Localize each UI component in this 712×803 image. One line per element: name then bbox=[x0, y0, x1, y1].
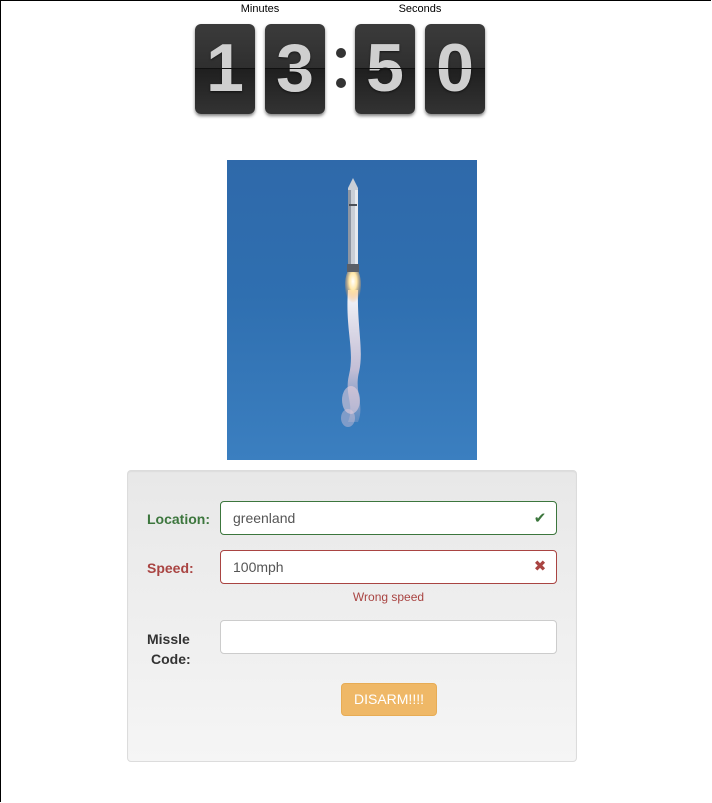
minutes-label: Minutes bbox=[240, 3, 280, 15]
speed-label: Speed: bbox=[147, 560, 194, 576]
missile-code-label: Missle Code: bbox=[147, 629, 219, 669]
rocket-illustration bbox=[341, 178, 361, 427]
rocket-launch-image bbox=[227, 160, 477, 460]
missile-code-label-line1: Missle bbox=[147, 631, 190, 647]
minutes-tens-digit: 1 bbox=[195, 24, 255, 114]
seconds-label: Seconds bbox=[398, 3, 442, 15]
disarm-form-panel: Location: greenland ✔ Speed: 100mph ✖ Wr… bbox=[127, 470, 577, 762]
colon-dot-top bbox=[336, 48, 346, 58]
missile-code-input[interactable] bbox=[220, 620, 557, 654]
location-label: Location: bbox=[147, 511, 210, 527]
minutes-ones-digit: 3 bbox=[265, 24, 325, 114]
checkmark-icon: ✔ bbox=[533, 510, 547, 527]
seconds-ones-digit: 0 bbox=[425, 24, 485, 114]
error-x-icon: ✖ bbox=[533, 558, 547, 575]
speed-input-value: 100mph bbox=[233, 559, 284, 575]
countdown-clock: Minutes Seconds 1 3 5 0 bbox=[195, 0, 495, 120]
colon-dot-bottom bbox=[336, 78, 346, 88]
location-input[interactable]: greenland bbox=[220, 501, 557, 535]
seconds-tens-digit: 5 bbox=[355, 24, 415, 114]
speed-input[interactable]: 100mph bbox=[220, 550, 557, 584]
speed-error-message: Wrong speed bbox=[352, 590, 425, 604]
missile-code-label-line2: Code: bbox=[151, 651, 191, 667]
location-input-value: greenland bbox=[233, 510, 296, 526]
disarm-button[interactable]: DISARM!!!! bbox=[341, 683, 437, 716]
